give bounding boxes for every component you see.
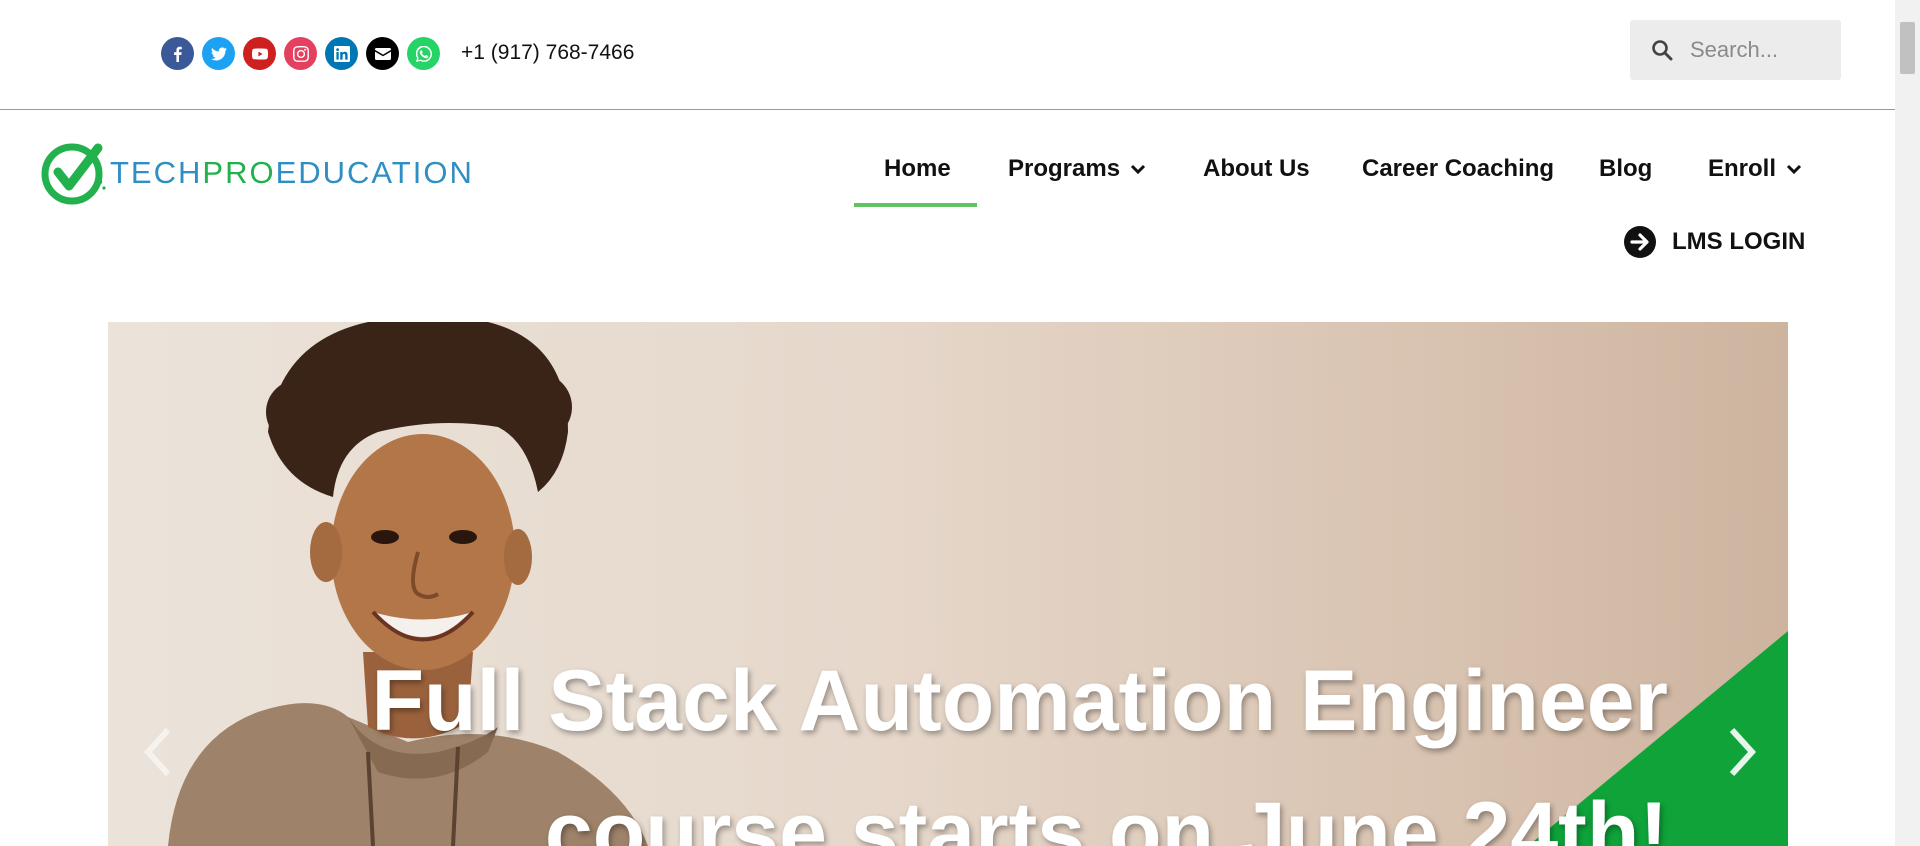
nav-about-us-label: About Us xyxy=(1203,155,1310,182)
slider-next-button[interactable] xyxy=(1722,722,1762,782)
arrow-circle-right-icon xyxy=(1624,226,1656,258)
search-input[interactable] xyxy=(1690,30,1835,70)
social-links xyxy=(161,37,440,70)
hero-slider: Full Stack Automation Engineer course st… xyxy=(108,322,1788,846)
page-scrollbar[interactable] xyxy=(1895,0,1920,846)
instagram-icon[interactable] xyxy=(284,37,317,70)
chevron-down-icon xyxy=(1786,164,1802,175)
search-box xyxy=(1630,20,1841,80)
active-nav-indicator xyxy=(854,203,977,207)
chevron-down-icon xyxy=(1130,164,1146,175)
whatsapp-icon[interactable] xyxy=(407,37,440,70)
nav-enroll-label: Enroll xyxy=(1708,155,1777,182)
search-icon[interactable] xyxy=(1650,38,1674,62)
linkedin-icon[interactable] xyxy=(325,37,358,70)
nav-home[interactable]: Home xyxy=(884,155,951,183)
lms-login-label: LMS LOGIN xyxy=(1672,228,1806,255)
nav-career-coaching-label: Career Coaching xyxy=(1362,155,1555,182)
chevron-right-icon xyxy=(1729,727,1757,777)
nav-programs-label: Programs xyxy=(1008,155,1121,182)
hero-headline-line2: course starts on June 24th! xyxy=(544,785,1668,846)
main-navigation: Home Programs About Us Career Coaching B… xyxy=(0,155,1920,195)
envelope-icon[interactable] xyxy=(366,37,399,70)
nav-home-label: Home xyxy=(884,155,951,182)
phone-number[interactable]: +1 (917) 768-7466 xyxy=(461,41,634,65)
youtube-icon[interactable] xyxy=(243,37,276,70)
nav-blog[interactable]: Blog xyxy=(1599,155,1652,183)
nav-about-us[interactable]: About Us xyxy=(1203,155,1310,183)
lms-login-link[interactable]: LMS LOGIN xyxy=(1624,226,1805,258)
hero-headline-line1: Full Stack Automation Engineer xyxy=(371,653,1668,749)
student-photo xyxy=(168,322,648,846)
chevron-left-icon xyxy=(143,727,171,777)
scrollbar-thumb[interactable] xyxy=(1900,22,1915,74)
slider-prev-button[interactable] xyxy=(138,722,178,782)
twitter-icon[interactable] xyxy=(202,37,235,70)
nav-blog-label: Blog xyxy=(1599,155,1653,182)
nav-programs[interactable]: Programs xyxy=(1008,155,1146,183)
nav-enroll[interactable]: Enroll xyxy=(1708,155,1802,183)
facebook-icon[interactable] xyxy=(161,37,194,70)
nav-career-coaching[interactable]: Career Coaching xyxy=(1362,155,1554,183)
top-bar: +1 (917) 768-7466 xyxy=(0,0,1895,110)
